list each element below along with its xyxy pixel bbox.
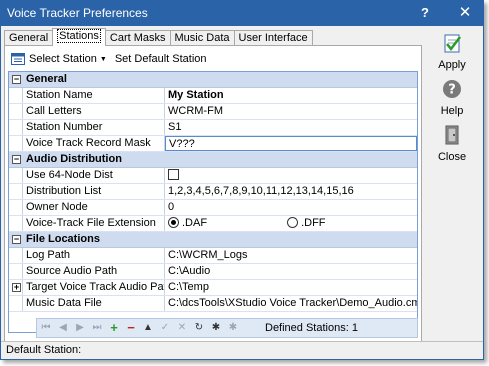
help-button[interactable]: ? Help xyxy=(426,78,478,117)
log-path-value[interactable]: C:\WCRM_Logs xyxy=(165,248,417,263)
row-music-data-file[interactable]: Music Data File C:\dcsTools\XStudio Voic… xyxy=(9,296,417,312)
help-icon: ? xyxy=(443,80,461,98)
property-label: Station Name xyxy=(23,88,165,103)
collapse-icon[interactable]: − xyxy=(12,75,21,84)
row-log-path[interactable]: Log Path C:\WCRM_Logs xyxy=(9,248,417,264)
delete-record-icon[interactable]: − xyxy=(123,320,139,336)
category-file-locations[interactable]: − File Locations xyxy=(9,232,417,248)
title-close-button[interactable]: ✕ xyxy=(448,0,482,26)
row-distribution-list[interactable]: Distribution List 1,2,3,4,5,6,7,8,9,10,1… xyxy=(9,184,417,200)
help-label: Help xyxy=(440,105,464,117)
tab-cart-masks[interactable]: Cart Masks xyxy=(104,30,171,46)
row-station-number[interactable]: Station Number S1 xyxy=(9,120,417,136)
row-owner-node[interactable]: Owner Node 0 xyxy=(9,200,417,216)
row-source-audio-path[interactable]: Source Audio Path C:\Audio xyxy=(9,264,417,280)
record-navigator: ⏮ ◀ ▶ ⏭ + − ▲ ✓ ✕ ↻ ✱ ✱ Defined Stations… xyxy=(36,318,418,338)
chevron-down-icon: ▼ xyxy=(99,55,107,63)
collapse-icon[interactable]: − xyxy=(12,235,21,244)
refresh-icon[interactable]: ↻ xyxy=(191,320,207,336)
apply-icon xyxy=(444,34,461,53)
station-toolbar: Select Station ▼ Set Default Station xyxy=(7,49,211,69)
station-name-value[interactable]: My Station xyxy=(165,88,417,103)
row-target-audio-path[interactable]: + Target Voice Track Audio Path C:\Temp xyxy=(9,280,417,296)
door-exit-icon xyxy=(445,125,459,145)
row-station-name[interactable]: Station Name My Station xyxy=(9,88,417,104)
title-help-button[interactable]: ? xyxy=(408,0,442,26)
property-label: Target Voice Track Audio Path xyxy=(23,280,165,295)
client-area: General Stations Cart Masks Music Data U… xyxy=(1,26,483,359)
call-letters-value[interactable]: WCRM-FM xyxy=(165,104,417,119)
distribution-list-value[interactable]: 1,2,3,4,5,6,7,8,9,10,11,12,13,14,15,16 xyxy=(165,184,417,199)
tab-user-interface[interactable]: User Interface xyxy=(233,30,313,46)
prior-record-icon[interactable]: ◀ xyxy=(55,320,71,336)
category-general[interactable]: − General xyxy=(9,72,417,88)
property-label: Voice Track Record Mask xyxy=(23,136,165,151)
property-label: Voice-Track File Extension xyxy=(23,216,165,231)
category-audio-distribution[interactable]: − Audio Distribution xyxy=(9,152,417,168)
owner-node-value[interactable]: 0 xyxy=(165,200,417,215)
station-list-icon xyxy=(11,53,25,65)
target-audio-path-value[interactable]: C:\Temp xyxy=(165,280,417,295)
tab-stations[interactable]: Stations xyxy=(52,28,106,46)
next-record-icon[interactable]: ▶ xyxy=(72,320,88,336)
select-station-label: Select Station xyxy=(29,53,97,65)
use-64-node-checkbox[interactable] xyxy=(168,169,179,180)
set-default-station-button[interactable]: Set Default Station xyxy=(111,49,211,69)
post-edit-icon[interactable]: ✓ xyxy=(157,320,173,336)
daf-radio-option[interactable]: .DAF xyxy=(168,216,284,231)
property-label: Source Audio Path xyxy=(23,264,165,279)
close-label: Close xyxy=(437,151,467,163)
tab-strip: General Stations Cart Masks Music Data U… xyxy=(4,28,313,46)
close-button[interactable]: Close xyxy=(426,124,478,163)
goto-bookmark-icon[interactable]: ✱ xyxy=(225,320,241,336)
tab-general[interactable]: General xyxy=(4,30,54,46)
property-label: Music Data File xyxy=(23,296,165,311)
tab-music-data[interactable]: Music Data xyxy=(169,30,235,46)
add-record-icon[interactable]: + xyxy=(106,320,122,336)
record-mask-input[interactable]: V??? xyxy=(165,136,417,151)
bookmark-icon[interactable]: ✱ xyxy=(208,320,224,336)
category-label: File Locations xyxy=(26,233,100,245)
row-use-64-node[interactable]: Use 64-Node Dist xyxy=(9,168,417,184)
category-label: General xyxy=(26,73,67,85)
title-bar: Voice Tracker Preferences ? ✕ xyxy=(0,0,484,26)
property-label: Log Path xyxy=(23,248,165,263)
last-record-icon[interactable]: ⏭ xyxy=(89,320,105,336)
apply-button[interactable]: Apply xyxy=(426,32,478,71)
first-record-icon[interactable]: ⏮ xyxy=(38,320,54,336)
row-file-extension[interactable]: Voice-Track File Extension .DAF .DFF xyxy=(9,216,417,232)
select-station-dropdown[interactable]: Select Station ▼ xyxy=(7,49,111,69)
property-label: Use 64-Node Dist xyxy=(23,168,165,183)
stations-tab-pane: Select Station ▼ Set Default Station − G… xyxy=(4,45,422,346)
status-bar: Default Station: xyxy=(1,341,483,359)
station-number-value[interactable]: S1 xyxy=(165,120,417,135)
radio-icon[interactable] xyxy=(287,217,299,228)
property-label: Owner Node xyxy=(23,200,165,215)
defined-stations-count: Defined Stations: 1 xyxy=(265,322,358,334)
svg-text:?: ? xyxy=(448,83,456,98)
station-property-grid: − General Station Name My Station Call L… xyxy=(8,71,418,333)
move-up-icon[interactable]: ▲ xyxy=(140,320,156,336)
action-buttons: Apply ? Help Close xyxy=(424,26,481,356)
dff-radio-option[interactable]: .DFF xyxy=(287,216,403,231)
apply-label: Apply xyxy=(438,59,466,71)
expand-icon[interactable]: + xyxy=(12,283,21,292)
music-data-file-value[interactable]: C:\dcsTools\XStudio Voice Tracker\Demo_A… xyxy=(165,296,417,311)
property-label: Call Letters xyxy=(23,104,165,119)
property-label: Distribution List xyxy=(23,184,165,199)
collapse-icon[interactable]: − xyxy=(12,155,21,164)
preferences-window: Voice Tracker Preferences ? ✕ General St… xyxy=(0,0,484,360)
category-label: Audio Distribution xyxy=(26,153,122,165)
source-audio-path-value[interactable]: C:\Audio xyxy=(165,264,417,279)
radio-selected-icon[interactable] xyxy=(168,217,179,228)
default-station-status: Default Station: xyxy=(6,344,82,356)
cancel-edit-icon[interactable]: ✕ xyxy=(174,320,190,336)
row-record-mask[interactable]: Voice Track Record Mask V??? xyxy=(9,136,417,152)
row-call-letters[interactable]: Call Letters WCRM-FM xyxy=(9,104,417,120)
property-label: Station Number xyxy=(23,120,165,135)
window-title: Voice Tracker Preferences xyxy=(7,6,148,20)
